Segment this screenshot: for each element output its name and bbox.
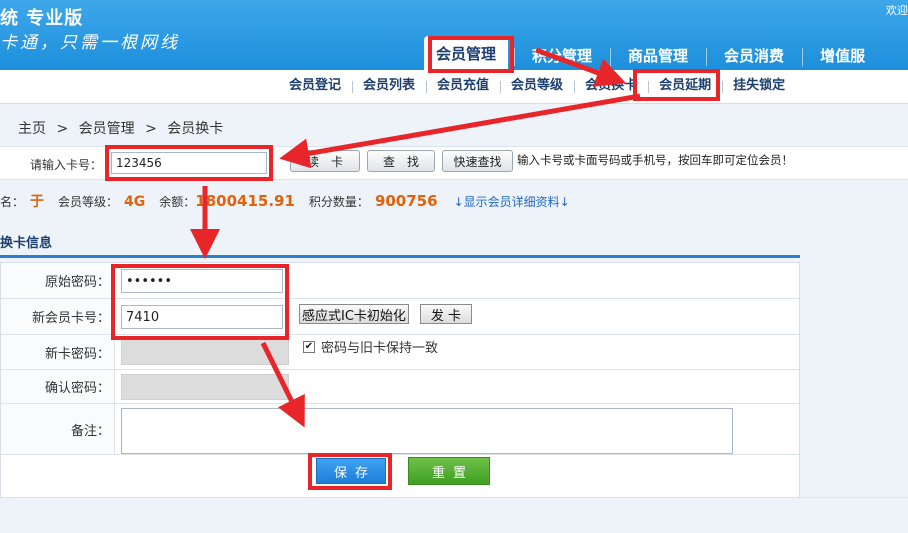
member-name: 于: [30, 194, 45, 210]
new-password-input[interactable]: [121, 339, 289, 365]
breadcrumb-separator: >: [145, 121, 157, 137]
main-nav: 会员管理 积分管理 商品管理 会员消费 增值服: [418, 36, 883, 70]
footer-strip: [0, 497, 908, 533]
member-summary: 姓名： 于 会员等级： 4G 余额： 1800415.91 积分数量： 9007…: [0, 191, 570, 211]
show-member-details-link[interactable]: ↓显示会员详细资料↓: [454, 193, 570, 210]
card-number-label: 请输入卡号：: [30, 158, 103, 172]
member-points: 900756: [374, 192, 438, 210]
form-row-actions: [1, 455, 799, 498]
subnav-member-extend[interactable]: 会员延期: [648, 70, 722, 104]
sub-nav: 会员登记 会员列表 会员充值 会员等级 会员换卡 会员延期 挂失锁定: [0, 70, 908, 104]
breadcrumb-home[interactable]: 主页: [18, 121, 46, 137]
read-card-button[interactable]: 读 卡: [290, 150, 360, 172]
card-search-bar: 请输入卡号： 读 卡 查 找 快速查找 输入卡号或卡面号码或手机号，按回车即可定…: [0, 146, 908, 180]
section-title: 换卡信息: [0, 232, 800, 258]
nav-goods-management[interactable]: 商品管理: [610, 36, 706, 70]
search-hint: 输入卡号或卡面号码或手机号，按回车即可定位会员！: [517, 153, 793, 167]
form-row-new-password: 新卡密码： ✔ 密码与旧卡保持一致: [1, 335, 799, 370]
subnav-report-lost[interactable]: 挂失锁定: [722, 70, 796, 104]
new-card-input[interactable]: [121, 305, 283, 329]
member-balance-label: 余额：: [159, 195, 196, 209]
nav-points-management[interactable]: 积分管理: [514, 36, 610, 70]
brand-slogan: 卡通，只需一根网线: [0, 33, 180, 53]
member-balance: 1800415.91: [195, 192, 295, 210]
same-password-label: 密码与旧卡保持一致: [321, 341, 439, 356]
new-password-label: 新卡密码：: [1, 335, 115, 369]
reset-button[interactable]: 重置: [408, 457, 490, 485]
nav-value-added[interactable]: 增值服: [802, 36, 883, 70]
same-password-checkbox[interactable]: ✔: [303, 340, 315, 353]
form-row-note: 备注：: [1, 404, 799, 455]
issue-card-button[interactable]: 发 卡: [420, 304, 472, 324]
app-header: 统 专业版 卡通，只需一根网线 欢迎 会员管理 积分管理 商品管理 会员消费 增…: [0, 0, 908, 70]
welcome-text: 欢迎: [886, 4, 908, 17]
save-button[interactable]: 保存: [316, 458, 386, 484]
breadcrumb-separator: >: [56, 121, 69, 137]
new-card-label: 新会员卡号：: [1, 299, 115, 334]
nav-member-management[interactable]: 会员管理: [424, 36, 509, 70]
breadcrumb: 主页 > 会员管理 > 会员换卡: [18, 118, 229, 138]
subnav-member-change-card[interactable]: 会员换卡: [574, 70, 648, 104]
breadcrumb-current: 会员换卡: [167, 121, 224, 137]
nav-member-consumption[interactable]: 会员消费: [706, 36, 802, 70]
member-name-label: 姓名：: [0, 195, 25, 209]
original-password-input[interactable]: [121, 269, 283, 293]
find-button[interactable]: 查 找: [367, 150, 435, 172]
change-card-form: 原始密码： 新会员卡号： 感应式IC卡初始化 发 卡 新卡密码： ✔ 密码与旧卡…: [0, 262, 800, 499]
confirm-password-input[interactable]: [121, 374, 289, 400]
form-row-new-card: 新会员卡号： 感应式IC卡初始化 发 卡: [1, 299, 799, 335]
card-number-input[interactable]: [111, 152, 267, 174]
member-level: 4G: [124, 194, 146, 210]
subnav-member-register[interactable]: 会员登记: [278, 70, 352, 104]
brand-title: 统 专业版: [0, 8, 84, 29]
same-password-option[interactable]: ✔ 密码与旧卡保持一致: [303, 337, 438, 356]
note-label: 备注：: [1, 404, 115, 454]
form-row-confirm-password: 确认密码：: [1, 370, 799, 404]
form-row-original-password: 原始密码：: [1, 263, 799, 299]
member-points-label: 积分数量：: [308, 195, 369, 209]
confirm-password-label: 确认密码：: [1, 370, 115, 403]
breadcrumb-member-management[interactable]: 会员管理: [79, 121, 135, 137]
subnav-member-level[interactable]: 会员等级: [500, 70, 574, 104]
subnav-member-list[interactable]: 会员列表: [352, 70, 426, 104]
ic-card-init-button[interactable]: 感应式IC卡初始化: [299, 304, 409, 324]
quick-find-button[interactable]: 快速查找: [442, 150, 513, 172]
original-password-label: 原始密码：: [1, 263, 115, 298]
note-textarea[interactable]: [121, 408, 733, 454]
subnav-member-recharge[interactable]: 会员充值: [426, 70, 500, 104]
member-level-label: 会员等级：: [58, 195, 119, 209]
